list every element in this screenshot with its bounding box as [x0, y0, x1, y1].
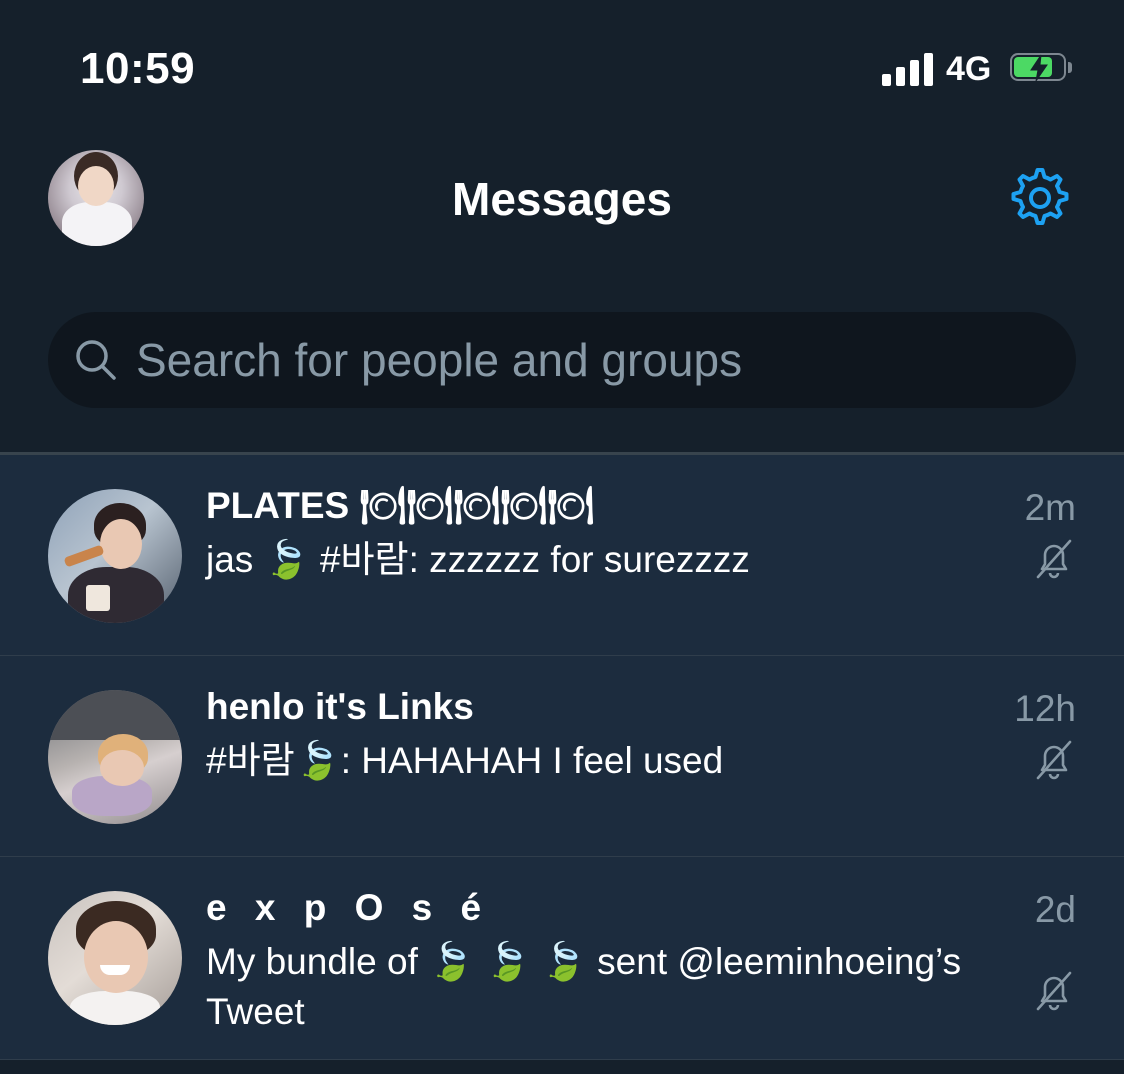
status-bar: 10:59 4G [0, 0, 1124, 140]
conversation-preview: #바람🍃: HAHAHAH I feel used [206, 740, 724, 781]
conversation-name: PLATES 🍽🍽🍽🍽🍽 [206, 485, 595, 526]
battery-icon [1010, 53, 1072, 83]
conversation-avatar[interactable] [48, 690, 182, 824]
conversation-time: 2m [1024, 487, 1076, 528]
conversation-name: henlo it's Links [206, 686, 474, 727]
page-title: Messages [452, 173, 672, 225]
conversation-time: 2d [1034, 889, 1076, 930]
conversation-name: e x p O s é [206, 887, 491, 928]
charging-bolt-icon [1030, 54, 1048, 82]
conversation-row[interactable]: henlo it's Links #바람🍃: HAHAHAH I feel us… [0, 656, 1124, 857]
conversation-time: 12h [1014, 688, 1076, 729]
search-input[interactable] [136, 330, 1036, 390]
muted-bell-icon [1036, 740, 1072, 780]
conversation-avatar[interactable] [48, 489, 182, 623]
network-type: 4G [946, 50, 992, 88]
muted-bell-icon [1036, 971, 1072, 1011]
signal-strength-icon [882, 52, 934, 86]
search-icon [76, 340, 116, 380]
muted-bell-icon [1036, 539, 1072, 579]
conversation-row[interactable]: e x p O s é My bundle of 🍃 🍃 🍃 sent @lee… [0, 857, 1124, 1060]
top-app-bar: Messages [0, 140, 1124, 260]
conversation-list: PLATES 🍽🍽🍽🍽🍽 jas 🍃 #바람: zzzzzz for surez… [0, 455, 1124, 1060]
status-time: 10:59 [80, 44, 196, 93]
settings-button[interactable] [1006, 164, 1074, 232]
search-bar[interactable] [48, 312, 1076, 408]
gear-icon [1011, 168, 1069, 225]
conversation-preview: My bundle of 🍃 🍃 🍃 sent @leeminhoeing’s … [206, 941, 962, 1032]
conversation-row[interactable]: PLATES 🍽🍽🍽🍽🍽 jas 🍃 #바람: zzzzzz for surez… [0, 455, 1124, 656]
conversation-avatar[interactable] [48, 891, 182, 1025]
conversation-preview: jas 🍃 #바람: zzzzzz for surezzzz [206, 539, 750, 580]
